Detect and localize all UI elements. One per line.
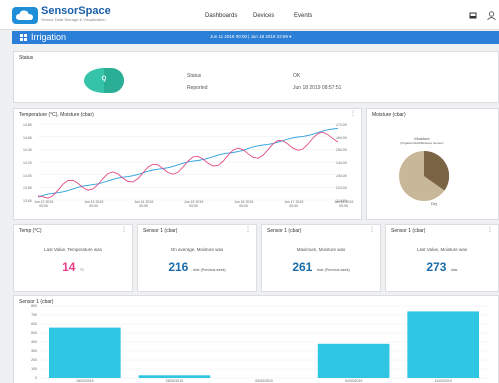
stat-label: Maximum, Moisture was <box>296 247 346 252</box>
stat-card-average: Sensor 1 (cbar) ⋮ On average, Moisture w… <box>137 224 257 292</box>
bar-x-tick: 11/03/2019 <box>435 379 452 383</box>
user-icon[interactable] <box>487 11 496 20</box>
stat-value: 14 <box>62 260 76 274</box>
date-range-picker[interactable]: Jun 11 2019 00:00 | Jun 18 2019 23:59 ▾ <box>210 34 291 40</box>
left-axis-tick: 14.40 <box>23 148 32 153</box>
bar[interactable] <box>138 375 211 378</box>
line-chart-plot <box>38 123 338 201</box>
top-nav: SensorSpace Sensor Data Storage & Visual… <box>0 0 499 30</box>
stat-unit: cbar (Previous week) <box>192 268 226 272</box>
pie-chart-title: Moisture (cbar) <box>372 112 406 118</box>
nav-events[interactable]: Events <box>294 13 312 19</box>
pie-chart-card: Moisture (cbar) Moisture (Irrigation/Hol… <box>366 108 499 220</box>
stat-menu-icon[interactable]: ⋮ <box>369 227 375 233</box>
cloud-logo-icon <box>12 7 38 24</box>
stat-value-row: 261 cbar (Previous week) <box>262 258 380 276</box>
stat-label: Last Value, Moisture was <box>417 247 467 252</box>
left-axis-tick: 13.80 <box>23 186 32 191</box>
stat-label: On average, Moisture was <box>170 247 224 252</box>
stat-value: 261 <box>292 260 313 274</box>
page-title: Irrigation <box>31 32 67 42</box>
stat-value-row: 273 cbar <box>386 258 498 276</box>
bar[interactable] <box>48 327 121 378</box>
status-value: OK <box>293 73 301 79</box>
nav-devices[interactable]: Devices <box>253 13 274 19</box>
stat-unit: °C <box>79 268 84 272</box>
left-axis-tick: 14.00 <box>23 173 32 178</box>
status-label: Status <box>187 73 202 79</box>
bar-y-tick: 600 <box>31 322 37 326</box>
app-name: SensorSpace <box>41 5 111 17</box>
dashboard-toolbar: Irrigation Jun 11 2019 00:00 | Jun 18 20… <box>12 31 499 44</box>
stat-menu-icon[interactable]: ⋮ <box>487 227 493 233</box>
bar-x-tick: 04/03/2019 <box>255 379 273 383</box>
left-axis-tick: 13.60 <box>23 199 32 203</box>
bar-y-tick: 0 <box>35 376 37 380</box>
nav-dashboards[interactable]: Dashboards <box>205 13 237 19</box>
stat-value: 273 <box>426 260 447 274</box>
stat-unit: cbar <box>450 268 458 272</box>
bar[interactable] <box>317 343 390 378</box>
inbox-icon[interactable] <box>469 12 477 19</box>
line-chart-card: Temperature (°C), Moisture (cbar) ⋮ 14.8… <box>13 108 362 220</box>
moisture-pie <box>399 150 449 201</box>
stat-card-title: Sensor 1 (cbar) <box>267 228 302 234</box>
reported-value: Jun 18 2019 08:57:51 <box>293 85 342 91</box>
bar-chart-card: Sensor 1 (cbar) 800 700 600 500 400 300 200 100… <box>13 295 499 383</box>
stat-menu-icon[interactable]: ⋮ <box>245 227 251 233</box>
page: SensorSpace Sensor Data Storage & Visual… <box>0 0 499 383</box>
reported-label: Reported <box>187 85 208 91</box>
bar-x-tick: 04/03/2019 <box>345 379 363 383</box>
moisture-series-line <box>38 127 338 198</box>
bar-x-tick: 25/02/2019 <box>166 379 184 383</box>
stat-menu-icon[interactable]: ⋮ <box>121 227 127 233</box>
stat-card-title: Temp (°C) <box>19 228 42 234</box>
dashboard-grid-icon <box>20 34 27 41</box>
stat-value: 216 <box>168 260 189 274</box>
bar-y-tick: 700 <box>31 313 37 317</box>
line-chart-title: Temperature (°C), Moisture (cbar) <box>19 112 94 118</box>
status-card-title: Status <box>19 55 34 61</box>
stat-card-temp: Temp (°C) ⋮ Last Value, Temperature was … <box>13 224 133 292</box>
stat-value-row: 216 cbar (Previous week) <box>138 258 256 276</box>
stat-card-last: Sensor 1 (cbar) ⋮ Last Value, Moisture w… <box>385 224 499 292</box>
stat-unit: cbar (Previous week) <box>316 268 350 272</box>
app-tagline: Sensor Data Storage & Visualization <box>41 17 106 22</box>
bar-chart-plot: 800 700 600 500 400 300 200 100 0 18/02/2019 25/02… <box>31 304 488 383</box>
stat-card-maximum: Sensor 1 (cbar) ⋮ Maximum, Moisture was … <box>261 224 381 292</box>
line-chart-menu-icon[interactable]: ⋮ <box>350 111 356 117</box>
bar[interactable] <box>407 311 480 378</box>
status-card: Status Q Status OK Reported Jun 18 2019 … <box>13 51 499 103</box>
bar-y-tick: 300 <box>31 349 37 353</box>
left-axis-tick: 14.80 <box>23 123 32 127</box>
bar-y-tick: 800 <box>31 304 37 308</box>
pie-subtitle: (Irrigation/Hold/Moisture Sensor) <box>400 141 444 145</box>
bar-x-tick: 18/02/2019 <box>76 379 94 383</box>
stat-label: Last Value, Temperature was <box>44 247 102 252</box>
bar-y-tick: 200 <box>31 358 37 362</box>
stat-card-title: Sensor 1 (cbar) <box>143 228 178 234</box>
status-indicator-text: Q <box>101 76 107 82</box>
left-axis-tick: 14.20 <box>23 161 32 165</box>
pie-slice-label: Dry <box>431 201 438 206</box>
stat-card-title: Sensor 1 (cbar) <box>391 228 426 234</box>
bar-y-tick: 500 <box>31 331 37 335</box>
temperature-series-line <box>38 131 338 199</box>
stat-value-row: 14 °C <box>14 258 132 276</box>
left-axis-tick: 14.60 <box>23 135 32 140</box>
bar-y-tick: 100 <box>31 367 37 371</box>
status-indicator: Q <box>84 68 124 93</box>
app-logo[interactable]: SensorSpace Sensor Data Storage & Visual… <box>12 5 112 26</box>
bar-y-tick: 400 <box>31 340 37 344</box>
